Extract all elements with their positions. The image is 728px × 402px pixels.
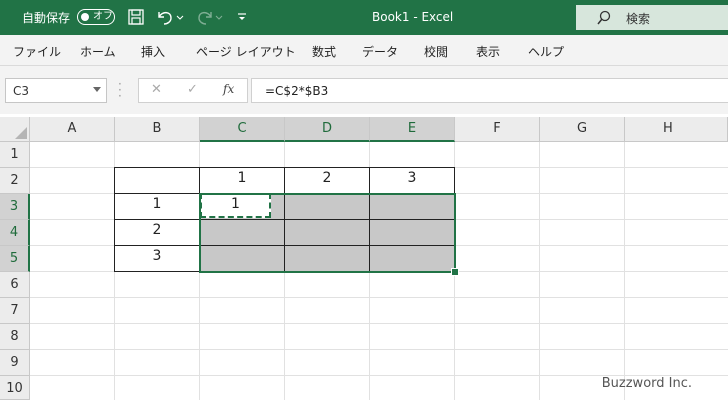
tab-help[interactable]: ヘルプ: [528, 43, 564, 60]
search-box[interactable]: 検索: [576, 5, 728, 30]
column-header-a[interactable]: A: [30, 117, 115, 142]
selection-outline: [199, 193, 456, 273]
table-border: [115, 167, 455, 168]
gridline: [30, 297, 728, 298]
formula-text: =C$2*$B3: [265, 84, 329, 98]
search-label: 検索: [626, 12, 651, 26]
save-icon[interactable]: [127, 8, 145, 26]
autosave-toggle[interactable]: オフ: [77, 9, 115, 25]
tab-formulas[interactable]: 数式: [312, 43, 336, 60]
autosave-state: オフ: [93, 11, 113, 22]
row-header-2[interactable]: 2: [0, 168, 30, 194]
column-header-f[interactable]: F: [455, 117, 540, 142]
watermark: Buzzword Inc.: [601, 376, 692, 391]
fill-handle[interactable]: [451, 268, 459, 276]
row-header-10[interactable]: 10: [0, 376, 30, 400]
name-box[interactable]: C3: [5, 78, 107, 103]
gridline: [30, 349, 728, 350]
formula-buttons: ✕ ✓ fx: [138, 78, 248, 103]
column-header-h[interactable]: H: [625, 117, 728, 142]
tab-home[interactable]: ホーム: [80, 43, 116, 60]
cancel-icon[interactable]: ✕: [151, 82, 162, 97]
cell-e2[interactable]: 3: [370, 170, 454, 186]
column-header-b[interactable]: B: [115, 117, 200, 142]
column-header-e[interactable]: E: [370, 117, 455, 142]
drag-handle-icon[interactable]: · · ·: [118, 78, 122, 102]
toggle-knob: [81, 13, 89, 21]
row-header-8[interactable]: 8: [0, 324, 30, 350]
formula-input[interactable]: =C$2*$B3: [251, 78, 728, 103]
search-icon: [597, 10, 611, 25]
row-header-6[interactable]: 6: [0, 272, 30, 298]
tab-insert[interactable]: 挿入: [141, 43, 165, 60]
select-all-triangle-icon: [15, 127, 27, 139]
formula-bar-area: C3 · · · ✕ ✓ fx =C$2*$B3: [0, 66, 728, 114]
cell-b4[interactable]: 2: [115, 222, 199, 238]
worksheet-grid[interactable]: 1 2 3 1 2 3 1 Buzzword Inc.: [30, 142, 728, 400]
cell-b5[interactable]: 3: [115, 248, 199, 264]
row-header-5[interactable]: 5: [0, 246, 30, 272]
gridline: [30, 323, 728, 324]
insert-function-icon[interactable]: fx: [223, 82, 234, 96]
tab-review[interactable]: 校閲: [424, 43, 448, 60]
chevron-down-icon[interactable]: [93, 87, 101, 92]
row-header-7[interactable]: 7: [0, 298, 30, 324]
column-header-d[interactable]: D: [285, 117, 370, 142]
tab-page-layout[interactable]: ページ レイアウト: [196, 43, 296, 60]
title-bar: 自動保存 オフ Book1 - Excel 検索: [0, 0, 728, 35]
cell-d2[interactable]: 2: [285, 170, 369, 186]
customize-toolbar-icon[interactable]: [236, 8, 248, 26]
column-header-c[interactable]: C: [200, 117, 285, 142]
tab-view[interactable]: 表示: [476, 43, 500, 60]
row-header-4[interactable]: 4: [0, 220, 30, 246]
row-header-1[interactable]: 1: [0, 142, 30, 168]
cell-c2[interactable]: 1: [200, 170, 284, 186]
column-header-g[interactable]: G: [540, 117, 625, 142]
tab-data[interactable]: データ: [362, 43, 398, 60]
undo-icon[interactable]: [155, 8, 185, 26]
row-header-3[interactable]: 3: [0, 194, 30, 220]
ribbon-tabs: ファイル ホーム 挿入 ページ レイアウト 数式 データ 校閲 表示 ヘルプ: [0, 35, 728, 66]
select-all-button[interactable]: [0, 117, 30, 142]
enter-icon[interactable]: ✓: [187, 82, 198, 97]
row-header-9[interactable]: 9: [0, 350, 30, 376]
name-box-value: C3: [13, 84, 30, 98]
cell-b3[interactable]: 1: [115, 196, 199, 212]
autosave-label: 自動保存: [22, 11, 71, 25]
tab-file[interactable]: ファイル: [13, 43, 61, 60]
document-title: Book1 - Excel: [372, 10, 454, 24]
redo-icon[interactable]: [195, 8, 225, 26]
